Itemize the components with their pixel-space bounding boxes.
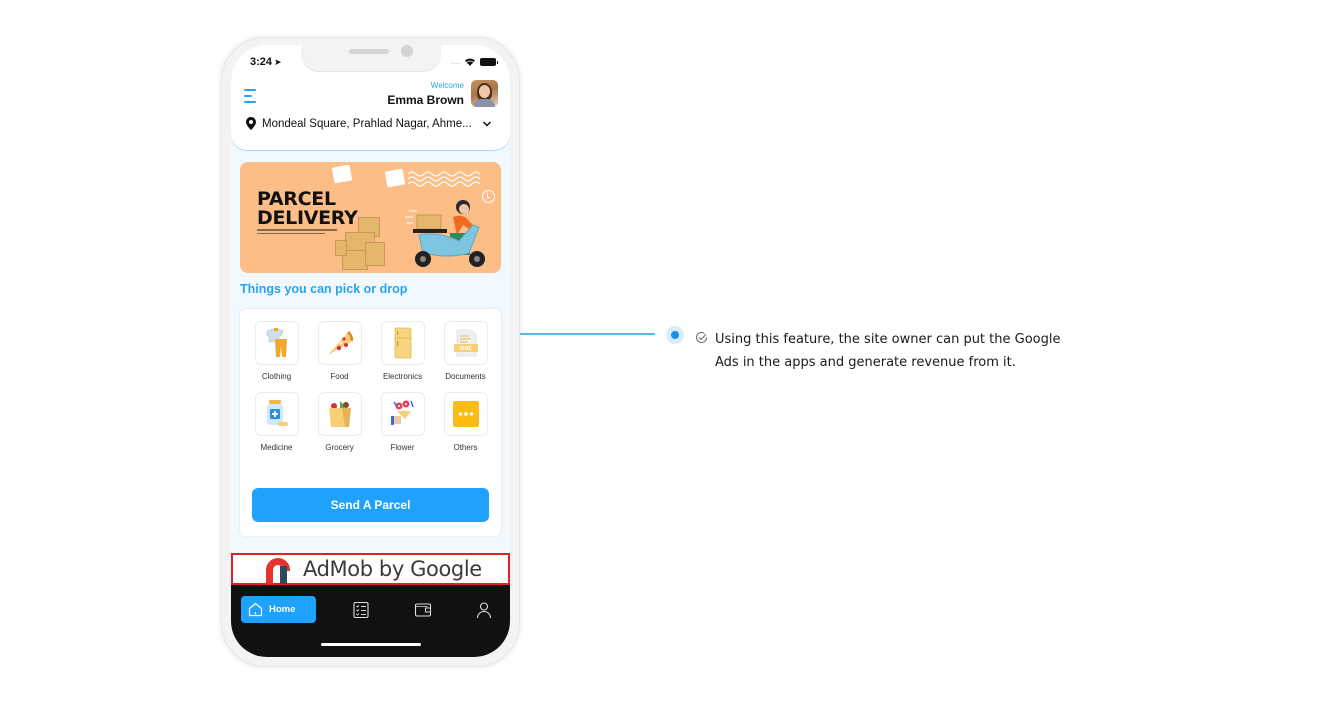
profile-icon[interactable] [475, 601, 493, 619]
category-label: Medicine [260, 443, 293, 452]
category-label: Electronics [382, 372, 423, 381]
category-grocery[interactable]: Grocery [317, 392, 362, 452]
categories-grid: Clothing Food Electronics DOC Documents … [254, 321, 490, 452]
annotation-text: Using this feature, the site owner can p… [715, 328, 1095, 374]
hamburger-menu-icon[interactable] [244, 89, 258, 103]
send-parcel-button[interactable]: Send A Parcel [252, 488, 489, 522]
category-label: Flower [390, 443, 415, 452]
status-indicators: .... [451, 57, 498, 66]
grocery-bag-icon [317, 392, 362, 436]
annotation-connector-line [520, 333, 655, 335]
annotation-line2: Ads in the apps and generate revenue fro… [715, 355, 1016, 370]
fridge-icon [380, 321, 425, 365]
clock-icon [482, 190, 495, 203]
category-electronics[interactable]: Electronics [380, 321, 425, 381]
map-pin-icon [246, 117, 256, 130]
admob-logo-icon [266, 558, 290, 584]
pizza-icon [317, 321, 362, 365]
nav-home-label: Home [269, 604, 296, 615]
category-label: Food [330, 372, 349, 381]
user-avatar[interactable] [471, 80, 498, 107]
parcel-box [365, 242, 385, 266]
waves-decoration [408, 171, 481, 187]
location-arrow-icon: ➤ [274, 57, 282, 67]
category-flower[interactable]: Flower [380, 392, 425, 452]
document-icon: DOC [443, 321, 488, 365]
home-icon [248, 602, 263, 617]
more-dots-icon [443, 392, 488, 436]
medicine-icon [254, 392, 299, 436]
category-label: Grocery [325, 443, 354, 452]
annotation-line1: Using this feature, the site owner can p… [715, 332, 1061, 347]
clothing-icon [254, 321, 299, 365]
status-time: 3:24 ➤ [250, 56, 282, 68]
home-indicator [321, 643, 421, 646]
category-documents[interactable]: DOC Documents [443, 321, 488, 381]
category-label: Clothing [261, 372, 292, 381]
category-food[interactable]: Food [317, 321, 362, 381]
categories-card: Clothing Food Electronics DOC Documents … [240, 309, 501, 536]
banner-title: PARCEL DELIVERY [257, 190, 358, 228]
orders-list-icon[interactable] [352, 601, 370, 619]
phone-frame: Welcome Emma Brown Mondeal Square, Prahl… [221, 37, 520, 667]
user-name: Emma Brown [387, 93, 464, 107]
box-icon [384, 168, 406, 188]
category-others[interactable]: Others [443, 392, 488, 452]
category-label: Others [453, 443, 478, 452]
parcel-box [335, 240, 347, 256]
flower-bouquet-icon [380, 392, 425, 436]
wallet-icon[interactable] [414, 601, 432, 619]
battery-icon [480, 57, 498, 66]
time-text: 3:24 [250, 56, 273, 68]
phone-notch [301, 45, 441, 71]
chevron-down-icon[interactable] [482, 120, 492, 128]
bottom-navigation: Home [231, 585, 510, 657]
app-screen: Welcome Emma Brown Mondeal Square, Prahl… [231, 45, 510, 657]
category-label: Documents [445, 372, 486, 381]
category-medicine[interactable]: Medicine [254, 392, 299, 452]
welcome-label: Welcome [430, 81, 464, 90]
svg-text:DOC: DOC [459, 346, 471, 352]
categories-title: Things you can pick or drop [240, 282, 408, 296]
location-text: Mondeal Square, Prahlad Nagar, Ahme... [262, 117, 472, 130]
delivery-scooter-illustration [405, 200, 485, 267]
banner-title-line2: DELIVERY [257, 207, 358, 229]
annotation-bullet-dot [666, 326, 684, 344]
location-selector[interactable]: Mondeal Square, Prahlad Nagar, Ahme... [246, 117, 492, 130]
signal-icon: .... [451, 57, 460, 66]
wifi-icon [465, 58, 475, 66]
category-clothing[interactable]: Clothing [254, 321, 299, 381]
box-icon [331, 164, 353, 184]
parcel-delivery-banner[interactable]: PARCEL DELIVERY [240, 162, 501, 273]
banner-subtitle [257, 229, 337, 236]
check-circle-icon [696, 332, 707, 343]
admob-banner-ad[interactable]: AdMob by Google [231, 553, 510, 585]
admob-text: AdMob by Google [303, 557, 482, 581]
nav-home[interactable]: Home [241, 596, 316, 623]
